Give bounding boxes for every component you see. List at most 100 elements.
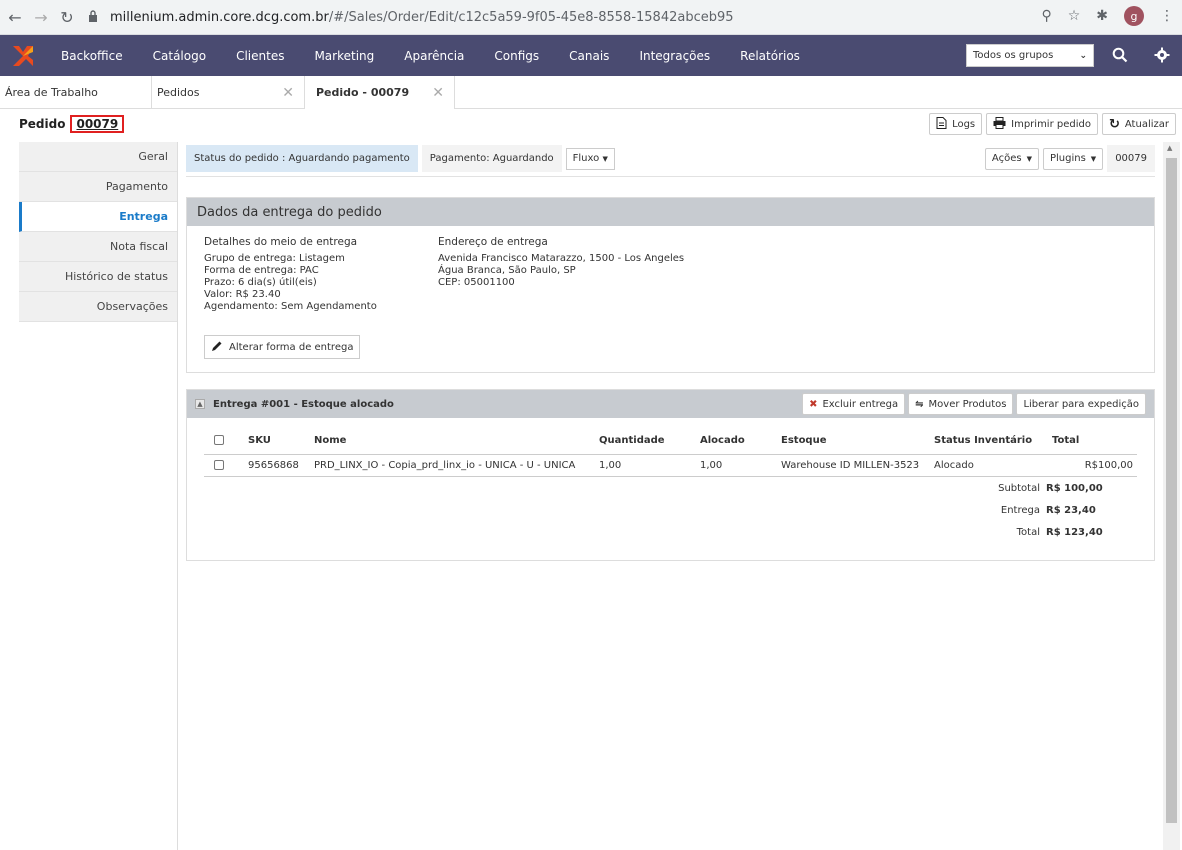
zoom-icon[interactable]: ⚲ — [1041, 8, 1051, 24]
main-content: Status do pedido : Aguardando pagamento … — [178, 142, 1163, 850]
subtotal-label: Subtotal — [998, 482, 1040, 494]
delivery-scheduling: Agendamento: Sem Agendamento — [204, 301, 377, 312]
print-label: Imprimir pedido — [1011, 118, 1091, 130]
order-number-badge: 00079 — [1107, 145, 1155, 172]
tab-pedido-00079[interactable]: Pedido - 00079 ✕ — [305, 76, 455, 109]
sidebar-item-entrega[interactable]: Entrega — [19, 202, 177, 232]
sidebar-item-historico-status[interactable]: Histórico de status — [19, 262, 177, 292]
reload-icon[interactable]: ↻ — [56, 6, 78, 28]
logs-button[interactable]: Logs — [929, 113, 983, 135]
shipment-panel: ▲ Entrega #001 - Estoque alocado ✖ Exclu… — [186, 389, 1155, 561]
cell-status-inventario: Alocado — [934, 454, 1052, 477]
plugins-dropdown[interactable]: Plugins ▼ — [1042, 147, 1104, 170]
gear-icon[interactable] — [1152, 45, 1172, 65]
col-alocado: Alocado — [700, 428, 781, 455]
col-status-inventario: Status Inventário — [934, 428, 1052, 455]
release-shipping-label: Liberar para expedição — [1023, 398, 1139, 410]
acoes-dropdown[interactable]: Ações ▼ — [984, 147, 1039, 170]
menu-integracoes[interactable]: Integrações — [624, 35, 725, 76]
menu-clientes[interactable]: Clientes — [221, 35, 299, 76]
print-order-button[interactable]: Imprimir pedido — [986, 113, 1098, 135]
bookmark-star-icon[interactable]: ☆ — [1068, 8, 1081, 24]
more-menu-icon[interactable]: ⋮ — [1160, 8, 1174, 24]
status-bar: Status do pedido : Aguardando pagamento … — [186, 145, 615, 172]
fluxo-dropdown[interactable]: Fluxo ▼ — [565, 147, 615, 170]
change-delivery-label: Alterar forma de entrega — [229, 341, 354, 353]
menu-configs[interactable]: Configs — [479, 35, 554, 76]
order-status-badge: Status do pedido : Aguardando pagamento — [186, 145, 418, 172]
refresh-button[interactable]: ↻ Atualizar — [1101, 113, 1176, 135]
delivery-data-panel: Dados da entrega do pedido Detalhes do m… — [186, 197, 1155, 373]
sidebar-item-pagamento[interactable]: Pagamento — [19, 172, 177, 202]
main-menu: Backoffice Catálogo Clientes Marketing A… — [46, 35, 815, 76]
cell-estoque: Warehouse ID MILLEN-3523 — [781, 454, 934, 477]
forward-arrow-icon[interactable]: → — [30, 6, 52, 28]
address-line-2: Água Branca, São Paulo, SP — [438, 265, 576, 276]
search-icon[interactable] — [1110, 45, 1130, 65]
sidebar-item-observacoes[interactable]: Observações — [19, 292, 177, 322]
plugins-label: Plugins — [1049, 153, 1086, 164]
menu-backoffice[interactable]: Backoffice — [46, 35, 138, 76]
tab-label: Pedido - 00079 — [316, 86, 410, 99]
delivery-panel-title: Dados da entrega do pedido — [187, 198, 1154, 226]
cell-quantidade: 1,00 — [599, 454, 700, 477]
tab-label: Área de Trabalho — [5, 86, 98, 99]
page-title-label: Pedido — [19, 117, 66, 131]
delete-shipment-button[interactable]: ✖ Excluir entrega — [802, 393, 906, 415]
change-delivery-method-button[interactable]: Alterar forma de entrega — [204, 335, 361, 359]
total-row: Total R$ 123,40 — [204, 521, 1137, 543]
col-quantidade: Quantidade — [599, 428, 700, 455]
details-title: Detalhes do meio de entrega — [204, 236, 358, 248]
menu-marketing[interactable]: Marketing — [299, 35, 389, 76]
select-all-checkbox[interactable] — [214, 435, 224, 446]
release-shipping-button[interactable]: Liberar para expedição — [1016, 393, 1146, 415]
back-arrow-icon[interactable]: ← — [4, 6, 26, 28]
address-zip: CEP: 05001100 — [438, 277, 515, 288]
collapse-icon[interactable]: ▲ — [195, 399, 205, 409]
brand-logo[interactable] — [0, 35, 46, 76]
workspace-tabs: Área de Trabalho Pedidos ✕ Pedido - 0007… — [0, 76, 1182, 109]
order-sidebar: Geral Pagamento Entrega Nota fiscal Hist… — [19, 142, 177, 322]
sidebar-item-geral[interactable]: Geral — [19, 142, 177, 172]
close-icon[interactable]: ✕ — [282, 85, 294, 101]
caret-down-icon: ▼ — [1090, 154, 1097, 163]
shipment-header: ▲ Entrega #001 - Estoque alocado ✖ Exclu… — [187, 390, 1154, 418]
delivery-method: Forma de entrega: PAC — [204, 265, 319, 276]
delivery-details: Detalhes do meio de entrega Grupo de ent… — [204, 236, 377, 313]
delivery-deadline: Prazo: 6 dia(s) útil(eis) — [204, 277, 317, 288]
profile-avatar[interactable]: g — [1124, 6, 1144, 26]
address-line-1: Avenida Francisco Matarazzo, 1500 - Los … — [438, 253, 685, 264]
table-row: 95656868 PRD_LINX_IO - Copia_prd_linx_io… — [204, 454, 1137, 477]
total-label: Total — [1016, 526, 1040, 538]
url-path: /#/Sales/Order/Edit/c12c5a59-9f05-45e8-8… — [328, 9, 734, 25]
col-total: Total — [1052, 428, 1137, 455]
menu-canais[interactable]: Canais — [554, 35, 624, 76]
menu-relatorios[interactable]: Relatórios — [725, 35, 815, 76]
caret-down-icon: ▼ — [1026, 154, 1032, 163]
group-select[interactable]: Todos os grupos ⌄ — [966, 44, 1094, 67]
menu-aparencia[interactable]: Aparência — [389, 35, 479, 76]
chevron-down-icon: ⌄ — [1079, 50, 1087, 61]
scrollbar-thumb[interactable] — [1166, 158, 1177, 823]
fluxo-label: Fluxo — [572, 153, 600, 164]
tab-pedidos[interactable]: Pedidos ✕ — [152, 76, 305, 109]
col-sku: SKU — [248, 428, 314, 455]
row-checkbox[interactable] — [214, 459, 224, 470]
scroll-up-icon[interactable]: ▲ — [1167, 144, 1172, 152]
menu-catalogo[interactable]: Catálogo — [138, 35, 221, 76]
sidebar-item-nota-fiscal[interactable]: Nota fiscal — [19, 232, 177, 262]
refresh-icon: ↻ — [1108, 116, 1120, 132]
transfer-icon: ⇋ — [915, 398, 924, 410]
logs-label: Logs — [952, 118, 976, 130]
tab-area-de-trabalho[interactable]: Área de Trabalho — [0, 76, 152, 109]
divider — [186, 176, 1155, 177]
address-title: Endereço de entrega — [438, 236, 548, 248]
table-header-row: SKU Nome Quantidade Alocado Estoque Stat… — [204, 428, 1137, 455]
move-products-label: Mover Produtos — [928, 398, 1007, 410]
extensions-icon[interactable]: ✱ — [1096, 8, 1108, 24]
close-icon[interactable]: ✕ — [432, 85, 444, 101]
address-bar[interactable]: millenium.admin.core.dcg.com.br/#/Sales/… — [88, 4, 968, 30]
shipping-label: Entrega — [1000, 504, 1040, 516]
move-products-button[interactable]: ⇋ Mover Produtos — [908, 393, 1014, 415]
delivery-value: Valor: R$ 23.40 — [204, 289, 281, 300]
